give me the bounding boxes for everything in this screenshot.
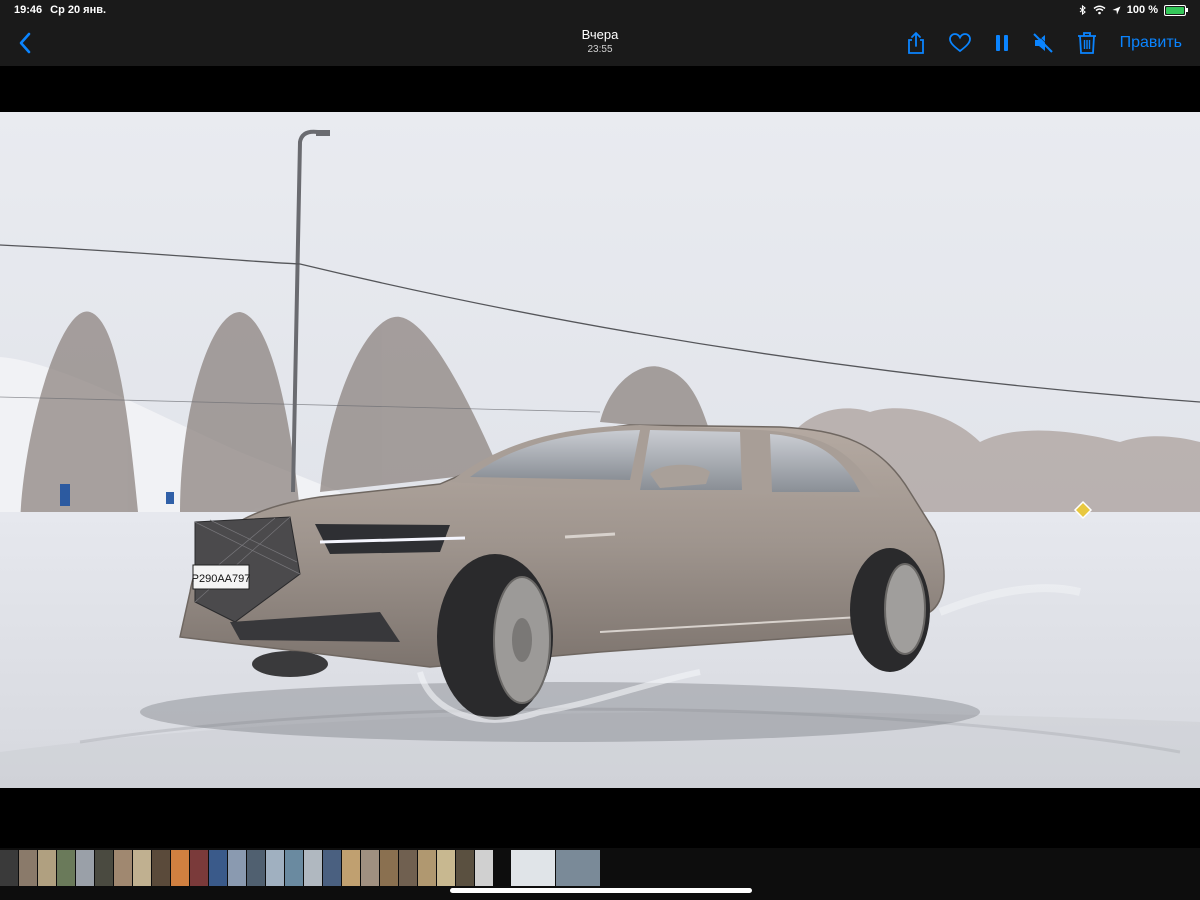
thumbnail[interactable] bbox=[475, 850, 493, 886]
thumbnail[interactable] bbox=[304, 850, 322, 886]
battery-icon bbox=[1164, 4, 1188, 16]
back-button[interactable] bbox=[18, 32, 32, 54]
location-icon bbox=[1112, 6, 1121, 14]
thumbnail[interactable] bbox=[152, 850, 170, 886]
thumbnail[interactable] bbox=[95, 850, 113, 886]
thumbnail[interactable] bbox=[57, 850, 75, 886]
thumbnail[interactable] bbox=[418, 850, 436, 886]
status-date: Ср 20 янв. bbox=[50, 4, 107, 16]
thumbnail[interactable] bbox=[437, 850, 455, 886]
chevron-left-icon bbox=[19, 32, 31, 54]
thumbnail-strip[interactable] bbox=[0, 848, 1200, 900]
thumbnail[interactable] bbox=[0, 850, 18, 886]
photo-viewer[interactable]: Р290АА797 bbox=[0, 66, 1200, 848]
edit-button[interactable]: Править bbox=[1120, 34, 1182, 52]
thumbnail-selected[interactable] bbox=[511, 850, 555, 886]
favorite-button[interactable] bbox=[948, 33, 972, 53]
thumbnail[interactable] bbox=[456, 850, 474, 886]
thumbnail-selected[interactable] bbox=[556, 850, 600, 886]
delete-button[interactable] bbox=[1076, 31, 1098, 55]
trash-icon bbox=[1077, 32, 1096, 54]
thumbnail[interactable] bbox=[38, 850, 56, 886]
wifi-icon bbox=[1093, 5, 1106, 15]
battery-percent: 100 % bbox=[1126, 4, 1158, 16]
status-time: 19:46 bbox=[14, 4, 43, 16]
thumbnail[interactable] bbox=[380, 850, 398, 886]
thumbnail[interactable] bbox=[266, 850, 284, 886]
thumbnail[interactable] bbox=[190, 850, 208, 886]
share-icon bbox=[907, 32, 924, 54]
thumbnail[interactable] bbox=[19, 850, 37, 886]
speaker-muted-icon bbox=[1032, 32, 1054, 53]
thumbnail[interactable] bbox=[285, 850, 303, 886]
thumbnail[interactable] bbox=[247, 850, 265, 886]
nav-bar: Вчера 23:55 Править bbox=[0, 20, 1200, 66]
thumbnail[interactable] bbox=[133, 850, 151, 886]
thumbnail[interactable] bbox=[228, 850, 246, 886]
bluetooth-icon bbox=[1079, 5, 1086, 15]
pause-icon bbox=[995, 35, 1008, 51]
home-indicator[interactable] bbox=[450, 888, 752, 893]
thumbnail[interactable] bbox=[323, 850, 341, 886]
mute-button[interactable] bbox=[1032, 32, 1054, 54]
share-button[interactable] bbox=[906, 31, 926, 55]
photo[interactable]: Р290АА797 bbox=[0, 112, 1200, 788]
status-bar: 19:46 Ср 20 янв. 100 % bbox=[0, 0, 1200, 20]
plate-text: Р290АА797 bbox=[192, 573, 251, 585]
thumbnail-gap bbox=[494, 850, 510, 886]
thumbnail-list[interactable] bbox=[0, 850, 600, 886]
photo-image: Р290АА797 bbox=[0, 112, 1200, 788]
thumbnail[interactable] bbox=[399, 850, 417, 886]
thumbnail[interactable] bbox=[209, 850, 227, 886]
thumbnail[interactable] bbox=[76, 850, 94, 886]
pause-button[interactable] bbox=[994, 34, 1010, 52]
thumbnail[interactable] bbox=[114, 850, 132, 886]
thumbnail[interactable] bbox=[171, 850, 189, 886]
thumbnail[interactable] bbox=[361, 850, 379, 886]
thumbnail[interactable] bbox=[342, 850, 360, 886]
heart-icon bbox=[948, 33, 971, 53]
